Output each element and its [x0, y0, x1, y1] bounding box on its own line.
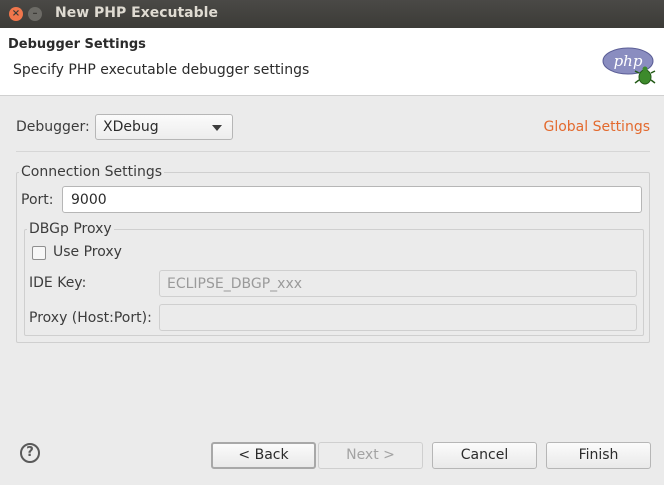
- dbgp-proxy-group: DBGp Proxy Use Proxy IDE Key: ECLIPSE_DB…: [24, 221, 644, 336]
- use-proxy-checkbox[interactable]: [32, 246, 46, 260]
- back-button[interactable]: < Back: [211, 442, 316, 469]
- proxy-host-port-input: [159, 304, 637, 331]
- global-settings-link[interactable]: Global Settings: [543, 119, 650, 135]
- window-title: New PHP Executable: [55, 5, 218, 21]
- debugger-selected-value: XDebug: [103, 119, 159, 135]
- close-window-button[interactable]: ×: [9, 7, 23, 21]
- chevron-down-icon: [212, 125, 222, 131]
- divider: [16, 151, 650, 152]
- use-proxy-label[interactable]: Use Proxy: [53, 244, 122, 260]
- ide-key-input: ECLIPSE_DBGP_xxx: [159, 270, 637, 297]
- proxy-host-port-label: Proxy (Host:Port):: [29, 310, 152, 326]
- finish-button[interactable]: Finish: [546, 442, 651, 469]
- port-label: Port:: [21, 192, 54, 208]
- cancel-button[interactable]: Cancel: [432, 442, 537, 469]
- minimize-window-button[interactable]: –: [28, 7, 42, 21]
- dbgp-proxy-legend: DBGp Proxy: [27, 221, 114, 237]
- wizard-header: Debugger Settings Specify PHP executable…: [0, 28, 664, 96]
- page-title: Debugger Settings: [8, 37, 146, 52]
- php-logo-icon: php: [602, 47, 656, 85]
- debugger-row: Debugger: XDebug Global Settings: [16, 114, 650, 142]
- title-bar: × – New PHP Executable: [0, 0, 664, 28]
- help-icon[interactable]: ?: [20, 443, 40, 463]
- port-value: 9000: [71, 192, 107, 208]
- connection-settings-group: Connection Settings Port: 9000 DBGp Prox…: [16, 164, 650, 343]
- next-button: Next >: [318, 442, 423, 469]
- page-description: Specify PHP executable debugger settings: [13, 62, 310, 78]
- port-input[interactable]: 9000: [62, 186, 642, 213]
- ide-key-value: ECLIPSE_DBGP_xxx: [167, 276, 303, 292]
- debugger-select[interactable]: XDebug: [95, 114, 233, 140]
- ide-key-label: IDE Key:: [29, 275, 87, 291]
- connection-settings-legend: Connection Settings: [19, 164, 165, 180]
- php-logo-text: php: [614, 52, 643, 70]
- debugger-label: Debugger:: [16, 119, 90, 135]
